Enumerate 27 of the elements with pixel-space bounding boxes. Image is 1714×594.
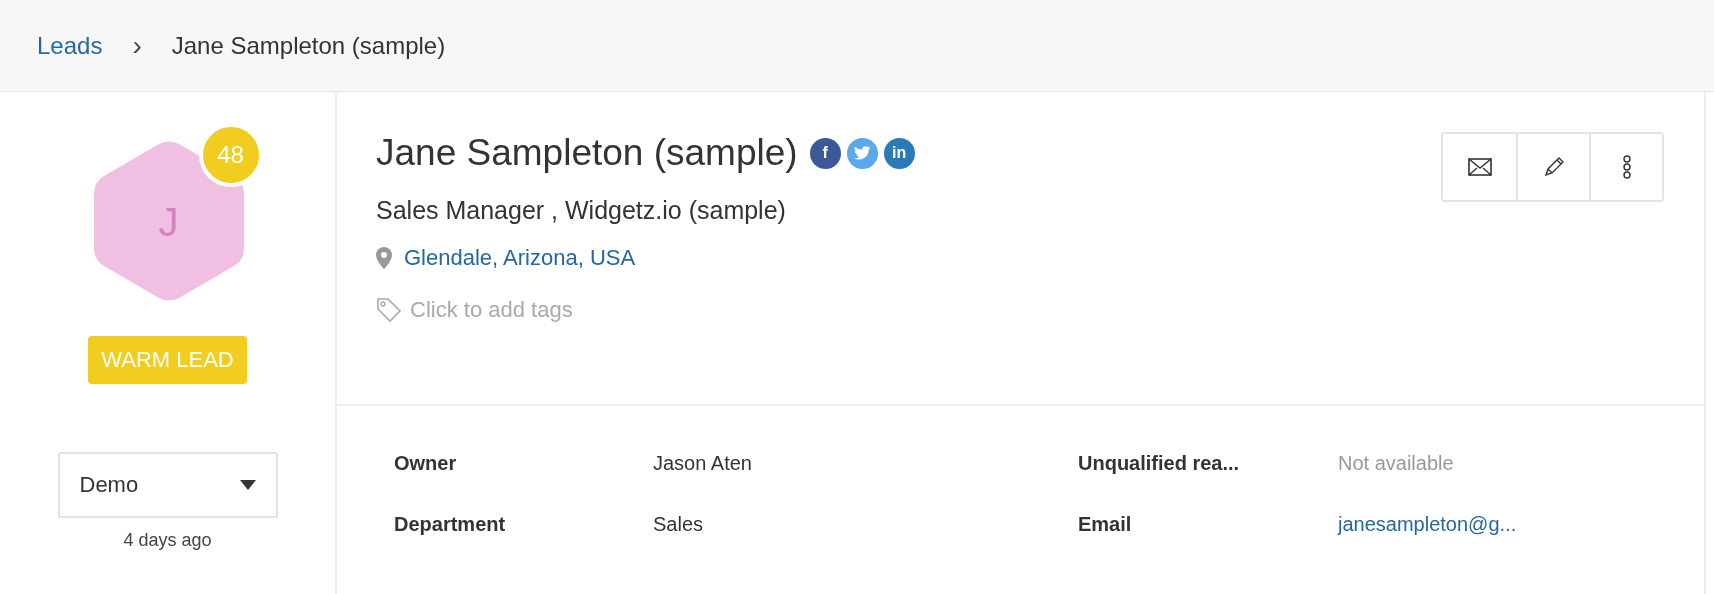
location-link[interactable]: Glendale, Arizona, USA (404, 245, 636, 271)
more-icon (1621, 155, 1632, 179)
breadcrumb-link[interactable]: Leads (37, 31, 103, 60)
field-value: Jason Aten (653, 452, 753, 475)
email-link[interactable]: janesampleton@g... (1338, 513, 1704, 536)
bird-icon (853, 146, 871, 160)
linkedin-link[interactable]: in (883, 137, 915, 169)
breadcrumb-current: Jane Sampleton (sample) (171, 31, 446, 60)
field-value: Sales (653, 513, 705, 536)
field-label: Unqualified rea... (1078, 452, 1241, 475)
avatar-initial: J (157, 200, 180, 245)
lead-name: Jane Sampleton (sample) (376, 132, 798, 174)
updated-time: 4 days ago (123, 530, 212, 551)
more-button[interactable] (1589, 134, 1662, 200)
stage-dropdown[interactable]: Demo (57, 452, 278, 518)
envelope-icon (1467, 158, 1492, 176)
field-label: Email (1078, 513, 1133, 536)
field-value: Not available (1338, 452, 1455, 475)
twitter-link[interactable] (846, 137, 878, 169)
facebook-link[interactable]: f (809, 137, 841, 169)
caret-icon (239, 480, 256, 490)
tag-icon (376, 297, 402, 323)
breadcrumb-separator: › (132, 29, 142, 62)
field-label: Department (394, 513, 507, 536)
job-title: Sales Manager , Widgetz.io (sample) (376, 196, 787, 225)
field-label: Owner (394, 452, 458, 475)
location-pin-icon (376, 247, 392, 269)
